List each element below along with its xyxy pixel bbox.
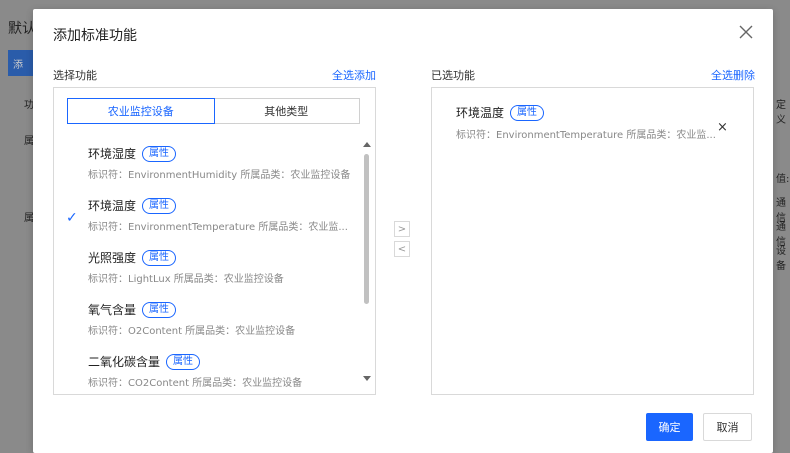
move-left-button[interactable]: < xyxy=(394,241,410,257)
function-name-text: 氧气含量 xyxy=(88,303,137,317)
confirm-button[interactable]: 确定 xyxy=(646,413,693,441)
tab-agri-monitoring[interactable]: 农业监控设备 xyxy=(67,98,215,124)
add-standard-function-dialog: 添加标准功能 选择功能 全选添加 已选功能 全选删除 农业监控设备 其他类型 环… xyxy=(33,9,773,453)
category-tabs: 农业监控设备 其他类型 xyxy=(67,98,360,124)
list-item[interactable]: 二氧化碳含量 属性 标识符：CO2Content 所属品类：农业监控设备 xyxy=(54,348,354,393)
property-badge: 属性 xyxy=(142,249,177,266)
function-name: 环境温度 属性 xyxy=(88,197,177,214)
check-icon: ✓ xyxy=(66,210,78,226)
bg-right-fragment-4: 设备 xyxy=(776,246,786,272)
function-desc: 标识符：LightLux 所属品类：农业监控设备 xyxy=(88,274,284,285)
property-badge: 属性 xyxy=(166,353,201,370)
page-title-fragment: 默认 xyxy=(8,21,36,37)
bg-right-col-fragment: 定义 xyxy=(776,100,786,126)
selected-function-name-text: 环境温度 xyxy=(456,106,505,120)
selected-functions-panel: 环境温度 属性 标识符：EnvironmentTemperature 所属品类：农… xyxy=(431,87,754,395)
function-name-text: 环境湿度 xyxy=(88,147,137,161)
function-desc: 标识符：EnvironmentHumidity 所属品类：农业监控设备 xyxy=(88,170,351,181)
available-functions-panel: 农业监控设备 其他类型 环境湿度 属性 标识符：EnvironmentHumidi… xyxy=(53,87,376,395)
scrollbar-thumb[interactable] xyxy=(364,154,369,304)
scroll-down-icon[interactable] xyxy=(363,376,371,381)
property-badge: 属性 xyxy=(142,145,177,162)
list-item[interactable]: ✓ 环境温度 属性 标识符：EnvironmentTemperature 所属品类… xyxy=(54,192,354,237)
function-name-text: 二氧化碳含量 xyxy=(88,355,161,369)
list-item[interactable]: 环境湿度 属性 标识符：EnvironmentHumidity 所属品类：农业监控… xyxy=(54,140,354,185)
dialog-title: 添加标准功能 xyxy=(53,28,137,44)
selected-function-desc: 标识符：EnvironmentTemperature 所属品类：农业监... xyxy=(456,130,716,141)
list-item[interactable]: 氧气含量 属性 标识符：O2Content 所属品类：农业监控设备 xyxy=(54,296,354,341)
remove-icon[interactable]: × xyxy=(717,120,728,135)
property-badge: 属性 xyxy=(510,104,545,121)
property-badge: 属性 xyxy=(142,197,177,214)
bg-right-fragment-1: 值: xyxy=(776,174,790,185)
cancel-button[interactable]: 取消 xyxy=(703,413,752,441)
select-all-remove-link[interactable]: 全选删除 xyxy=(711,67,755,83)
scroll-up-icon[interactable] xyxy=(363,142,371,147)
move-right-button[interactable]: > xyxy=(394,221,410,237)
select-all-add-link[interactable]: 全选添加 xyxy=(332,67,376,83)
bg-add-button-label: 添 xyxy=(13,60,23,71)
function-name-text: 光照强度 xyxy=(88,251,137,265)
function-name: 二氧化碳含量 属性 xyxy=(88,353,201,370)
close-icon[interactable] xyxy=(737,23,755,41)
selected-function-name: 环境温度 属性 xyxy=(456,104,545,121)
function-name: 光照强度 属性 xyxy=(88,249,177,266)
selected-function-label: 已选功能 xyxy=(431,69,475,82)
property-badge: 属性 xyxy=(142,301,177,318)
select-function-label: 选择功能 xyxy=(53,69,97,82)
function-name: 氧气含量 属性 xyxy=(88,301,177,318)
list-item[interactable]: 光照强度 属性 标识符：LightLux 所属品类：农业监控设备 xyxy=(54,244,354,289)
function-name: 环境湿度 属性 xyxy=(88,145,177,162)
function-name-text: 环境温度 xyxy=(88,199,137,213)
function-desc: 标识符：O2Content 所属品类：农业监控设备 xyxy=(88,326,296,337)
tab-other-types[interactable]: 其他类型 xyxy=(214,99,360,123)
function-desc: 标识符：EnvironmentTemperature 所属品类：农业监... xyxy=(88,222,348,233)
function-desc: 标识符：CO2Content 所属品类：农业监控设备 xyxy=(88,378,303,389)
